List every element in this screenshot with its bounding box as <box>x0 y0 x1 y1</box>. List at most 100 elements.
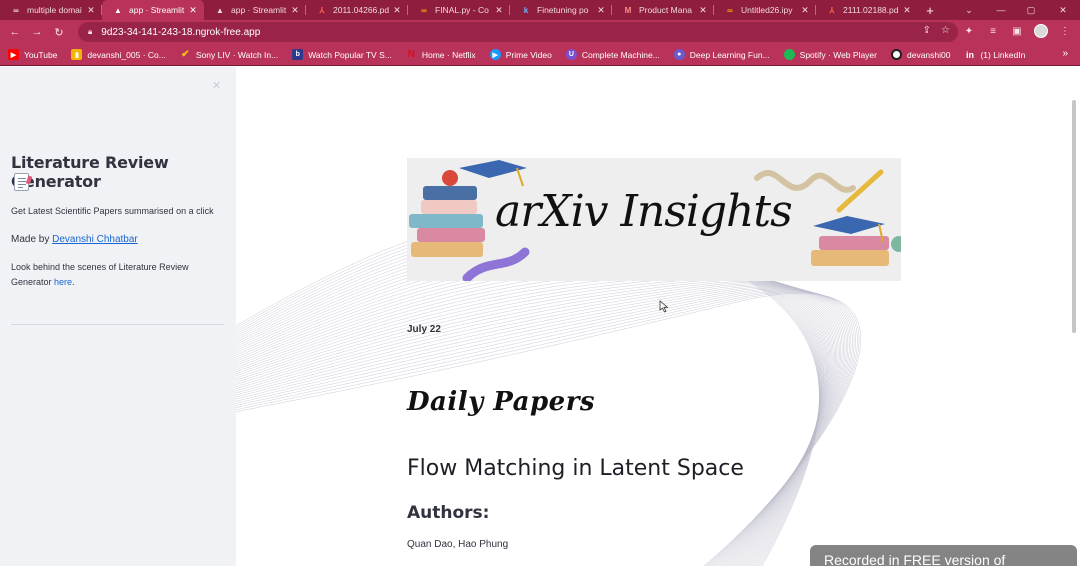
url-text[interactable]: 9d23-34-141-243-18.ngrok-free.app <box>101 27 260 38</box>
bookmark-devanshi-005[interactable]: ▮ devanshi_005 · Co... <box>71 49 166 60</box>
tab-title: multiple domai <box>27 5 82 15</box>
wave-line <box>236 268 832 566</box>
tab-final-py[interactable]: ∞ FINAL.py - Co ✕ <box>408 0 510 20</box>
tab-title: 2011.04266.pd <box>333 5 390 15</box>
bookmarks-bar: ▶ YouTube ▮ devanshi_005 · Co... ✔ Sony LIV… <box>0 44 1080 66</box>
bookmark-label: Watch Popular TV S... <box>308 49 392 60</box>
new-tab-button[interactable]: + <box>918 0 942 20</box>
bookmark-prime-video[interactable]: ▶ Prime Video <box>489 49 552 60</box>
sidebar-divider <box>11 324 224 325</box>
tab-title: Product Mana <box>639 5 692 15</box>
close-icon[interactable]: ✕ <box>86 5 96 16</box>
mouse-cursor-icon <box>659 300 669 313</box>
bookmark-label: YouTube <box>24 49 58 60</box>
bookmark-label: Spotify · Web Player <box>799 49 877 60</box>
bookmark-label: (1) LinkedIn <box>980 49 1026 60</box>
close-icon[interactable]: ✕ <box>494 5 504 16</box>
udemy-icon: U <box>565 49 577 60</box>
recording-watermark: Recorded in FREE version of <box>810 545 1077 566</box>
close-icon[interactable]: ✕ <box>392 5 402 16</box>
profile-avatar[interactable] <box>1034 24 1048 38</box>
behind-the-scenes-text: Look behind the scenes of Literature Rev… <box>11 260 226 290</box>
bookmark-linkedin[interactable]: in (1) LinkedIn <box>964 49 1025 60</box>
tab-title: 2111.02188.pd <box>843 5 899 15</box>
reload-icon[interactable]: ↻ <box>48 22 70 42</box>
here-link[interactable]: here <box>54 277 72 287</box>
close-icon[interactable]: ✕ <box>698 5 708 16</box>
tab-app-streamlit-active[interactable]: ▲ app · Streamlit ✕ <box>102 0 204 20</box>
bookmark-deep-learning[interactable]: ● Deep Learning Fun... <box>673 49 770 60</box>
more-menu-icon[interactable]: ⋮ <box>1058 24 1072 38</box>
close-icon[interactable]: ✕ <box>188 5 198 16</box>
bookmark-label: Deep Learning Fun... <box>689 49 770 60</box>
tab-pdf-2111[interactable]: ⅄ 2111.02188.pd ✕ <box>816 0 918 20</box>
linkedin-icon: in <box>965 49 974 60</box>
media-queue-icon[interactable]: ≡ <box>986 24 1000 38</box>
tab-multiple-domains[interactable]: ∞ multiple domai ✕ <box>0 0 102 20</box>
extensions-icon[interactable]: ✦ <box>962 24 976 38</box>
tab-title: Untitled26.ipy <box>741 5 793 15</box>
sonyliv-icon: ✔ <box>181 49 190 60</box>
behind-text: Look behind the scenes of Literature Rev… <box>11 262 189 287</box>
tab-title: app · Streamlit <box>231 5 287 15</box>
bookmark-watch-tv[interactable]: b Watch Popular TV S... <box>292 49 392 60</box>
bookmark-complete-machine[interactable]: U Complete Machine... <box>565 49 660 60</box>
banner-title: arXiv Insights <box>495 186 793 237</box>
chart-icon: ▮ <box>71 49 83 60</box>
tab-finetuning[interactable]: k Finetuning po ✕ <box>510 0 612 20</box>
wave-line <box>236 274 836 566</box>
maximize-icon[interactable]: ▢ <box>1014 0 1048 20</box>
wave-line <box>236 291 858 566</box>
wave-line <box>236 270 833 566</box>
tab-product-manager[interactable]: M Product Mana ✕ <box>612 0 714 20</box>
close-icon[interactable]: ✕ <box>902 5 912 16</box>
side-panel-icon[interactable]: ▣ <box>1010 24 1024 38</box>
tv-icon: b <box>292 49 304 60</box>
streamlit-icon: ▲ <box>216 5 224 15</box>
sidebar-title: Literature Review Generator <box>11 153 169 191</box>
netflix-icon: N <box>407 49 415 60</box>
bookmark-spotify[interactable]: Spotify · Web Player <box>783 49 877 60</box>
close-icon[interactable]: ✕ <box>596 5 606 16</box>
bookmark-star-icon[interactable]: ☆ <box>941 25 950 36</box>
date-label: July 22 <box>407 324 441 335</box>
close-icon[interactable]: ✕ <box>800 5 810 16</box>
browser-toolbar: ← → ↻ 🔒︎ 9d23-34-141-243-18.ngrok-free.a… <box>0 20 1080 44</box>
k-icon: k <box>523 5 529 15</box>
colab-icon: ∞ <box>421 5 427 15</box>
share-icon[interactable]: ⇪ <box>923 25 931 36</box>
back-arrow-icon[interactable]: ← <box>4 22 26 42</box>
behind-suffix: . <box>72 277 75 287</box>
tab-pdf-2011[interactable]: ⅄ 2011.04266.pd ✕ <box>306 0 408 20</box>
browser-tab-strip: ∞ multiple domai ✕ ▲ app · Streamlit ✕ ▲… <box>0 0 1080 20</box>
bookmarks-overflow-icon[interactable]: » <box>1062 48 1068 59</box>
tab-search-chevron-icon[interactable]: ⌄ <box>952 0 986 20</box>
sidebar-close-icon[interactable]: ✕ <box>212 79 221 92</box>
lock-icon[interactable]: 🔒︎ <box>88 27 92 37</box>
tab-untitled26[interactable]: ∞ Untitled26.ipy ✕ <box>714 0 816 20</box>
main-scrollbar[interactable] <box>1072 100 1076 333</box>
forward-arrow-icon[interactable]: → <box>26 22 48 42</box>
window-close-icon[interactable]: ✕ <box>1046 0 1080 20</box>
colab-icon: ∞ <box>727 5 733 15</box>
bookmark-sonyliv[interactable]: ✔ Sony LIV · Watch In... <box>180 49 278 60</box>
gmail-icon: M <box>624 5 632 15</box>
bookmark-label: devanshi00 <box>906 49 951 60</box>
sidebar-tagline: Get Latest Scientific Papers summarised … <box>11 206 214 216</box>
address-bar[interactable]: 🔒︎ 9d23-34-141-243-18.ngrok-free.app ⇪ ☆ <box>78 22 958 42</box>
bookmark-netflix[interactable]: N Home · Netflix <box>406 49 476 60</box>
tab-title: app · Streamlit <box>129 5 185 15</box>
bookmark-github[interactable]: devanshi00 <box>890 49 951 60</box>
authors-heading: Authors: <box>407 503 490 523</box>
wave-line <box>236 273 835 566</box>
tab-app-streamlit[interactable]: ▲ app · Streamlit ✕ <box>204 0 306 20</box>
close-icon[interactable]: ✕ <box>290 5 300 16</box>
minimize-icon[interactable]: — <box>984 0 1018 20</box>
section-heading: Daily Papers <box>407 387 596 417</box>
wave-line <box>236 277 839 566</box>
author-link[interactable]: Devanshi Chhatbar <box>52 234 138 245</box>
bookmark-youtube[interactable]: ▶ YouTube <box>8 49 57 60</box>
spotify-icon <box>783 49 795 60</box>
sidebar: ✕ Literature Review Generator Get Latest… <box>0 67 236 566</box>
bookmark-label: Sony LIV · Watch In... <box>195 49 279 60</box>
